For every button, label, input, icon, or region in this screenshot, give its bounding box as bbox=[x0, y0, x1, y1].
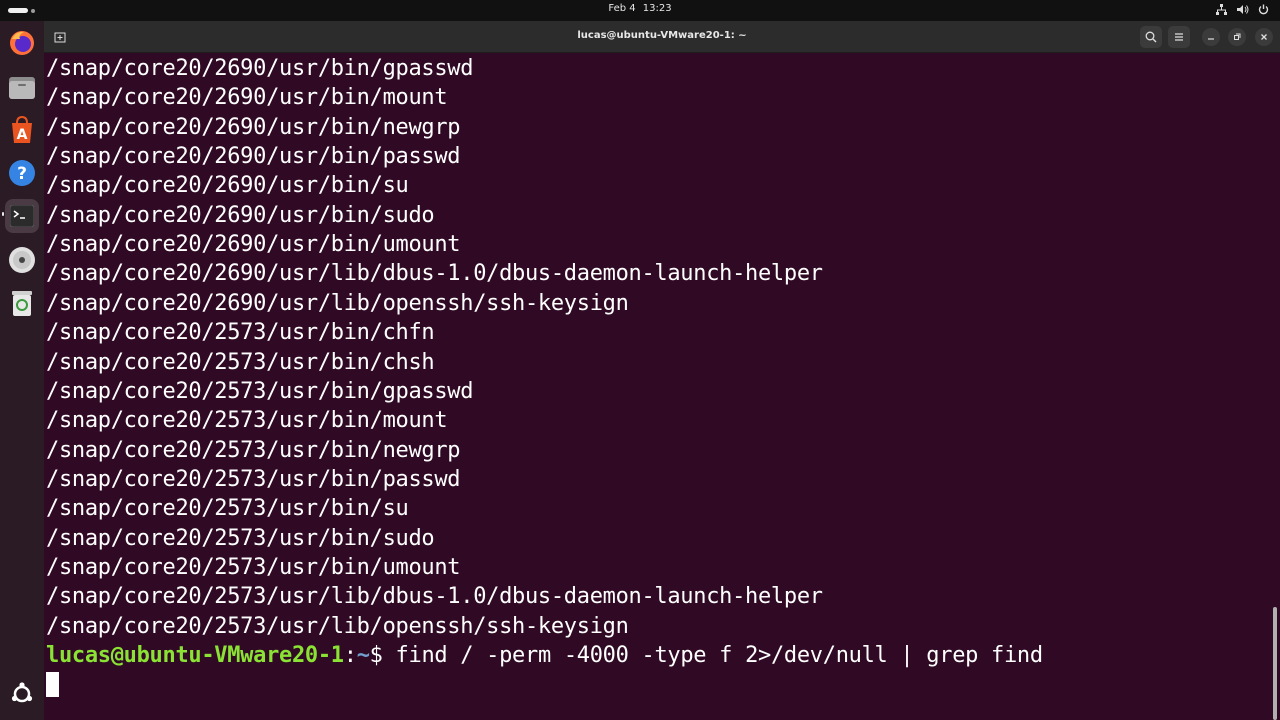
terminal-window: lucas@ubuntu-VMware20-1: ~ /snap/core20/… bbox=[44, 21, 1280, 720]
hamburger-menu-icon bbox=[1175, 33, 1183, 41]
terminal-line: /snap/core20/2690/usr/lib/openssh/ssh-ke… bbox=[46, 290, 629, 316]
dock-item-app-center[interactable]: A bbox=[5, 113, 39, 147]
minimize-button[interactable] bbox=[1202, 28, 1220, 46]
prompt-path: ~ bbox=[356, 643, 370, 668]
volume-icon[interactable] bbox=[1236, 3, 1249, 16]
dock: A ? bbox=[0, 21, 44, 720]
show-apps-button[interactable] bbox=[5, 677, 39, 711]
terminal-line: /snap/core20/2690/usr/bin/gpasswd bbox=[46, 56, 474, 81]
terminal-line: /snap/core20/2690/usr/bin/sudo bbox=[46, 202, 435, 228]
terminal-line: /snap/core20/2690/usr/bin/passwd bbox=[46, 144, 461, 170]
svg-text:A: A bbox=[17, 127, 28, 143]
top-bar: Feb 4 13:23 bbox=[0, 0, 1280, 21]
terminal-line: /snap/core20/2573/usr/bin/gpasswd bbox=[46, 378, 474, 404]
help-icon: ? bbox=[9, 160, 35, 186]
dock-item-help[interactable]: ? bbox=[5, 156, 39, 190]
firefox-icon bbox=[10, 31, 34, 55]
terminal-line: /snap/core20/2690/usr/bin/su bbox=[46, 173, 409, 199]
app-center-icon: A bbox=[12, 116, 32, 143]
window-title: lucas@ubuntu-VMware20-1: ~ bbox=[577, 30, 747, 41]
clock[interactable]: Feb 4 13:23 bbox=[0, 3, 1280, 14]
clock-time: 13:23 bbox=[642, 3, 672, 14]
text-cursor bbox=[46, 672, 59, 698]
terminal-line: /snap/core20/2690/usr/bin/newgrp bbox=[46, 114, 461, 140]
restore-icon bbox=[1234, 33, 1241, 40]
terminal-icon bbox=[10, 205, 34, 227]
terminal-line: /snap/core20/2573/usr/bin/chsh bbox=[46, 349, 435, 375]
terminal-line: /snap/core20/2573/usr/bin/chfn bbox=[46, 320, 435, 346]
terminal-line: /snap/core20/2690/usr/bin/umount bbox=[46, 232, 461, 258]
command-text: find / -perm -4000 -type f 2>/dev/null |… bbox=[382, 643, 1044, 668]
disc-icon bbox=[9, 247, 35, 273]
dock-item-disc[interactable] bbox=[5, 243, 39, 277]
prompt-symbol: $ bbox=[369, 643, 383, 668]
prompt-line: lucas@ubuntu-VMware20-1:~$ find / -perm … bbox=[46, 641, 1043, 670]
terminal-line: /snap/core20/2573/usr/bin/umount bbox=[46, 554, 461, 580]
minimize-icon bbox=[1208, 38, 1214, 40]
maximize-button[interactable] bbox=[1228, 28, 1246, 46]
scrollbar[interactable] bbox=[1273, 607, 1277, 720]
title-bar[interactable]: lucas@ubuntu-VMware20-1: ~ bbox=[44, 21, 1280, 53]
power-icon[interactable] bbox=[1257, 3, 1270, 16]
terminal-line: /snap/core20/2573/usr/bin/newgrp bbox=[46, 437, 461, 463]
prompt-user-host: lucas@ubuntu-VMware20-1 bbox=[46, 643, 344, 668]
terminal-line: /snap/core20/2573/usr/lib/dbus-1.0/dbus-… bbox=[46, 584, 823, 610]
clock-date: Feb 4 bbox=[608, 3, 636, 14]
network-icon[interactable] bbox=[1215, 3, 1228, 16]
search-button[interactable] bbox=[1140, 26, 1162, 48]
search-icon bbox=[1145, 31, 1157, 43]
terminal-line: /snap/core20/2690/usr/bin/mount bbox=[46, 85, 448, 111]
dock-item-files[interactable] bbox=[5, 70, 39, 104]
trash-icon bbox=[12, 291, 32, 316]
dock-item-terminal[interactable] bbox=[5, 199, 39, 233]
dock-item-firefox[interactable] bbox=[5, 26, 39, 60]
terminal-line: /snap/core20/2573/usr/bin/su bbox=[46, 496, 409, 522]
running-indicator bbox=[2, 212, 4, 216]
files-icon bbox=[9, 77, 35, 99]
close-button[interactable] bbox=[1255, 28, 1273, 46]
svg-text:?: ? bbox=[17, 164, 27, 184]
terminal-line: /snap/core20/2573/usr/bin/passwd bbox=[46, 466, 461, 492]
menu-button[interactable] bbox=[1168, 26, 1190, 48]
terminal-line: /snap/core20/2573/usr/bin/sudo bbox=[46, 525, 435, 551]
terminal-line: /snap/core20/2690/usr/lib/dbus-1.0/dbus-… bbox=[46, 261, 823, 287]
dock-item-trash[interactable] bbox=[5, 286, 39, 320]
system-tray[interactable] bbox=[1215, 3, 1270, 16]
prompt-separator: : bbox=[343, 643, 357, 668]
terminal-output[interactable]: /snap/core20/2690/usr/bin/gpasswd/snap/c… bbox=[44, 53, 1280, 720]
terminal-line: /snap/core20/2573/usr/bin/mount bbox=[46, 408, 448, 434]
terminal-line: /snap/core20/2573/usr/lib/openssh/ssh-ke… bbox=[46, 613, 629, 639]
ubuntu-apps-icon bbox=[11, 682, 33, 703]
close-icon bbox=[1261, 34, 1267, 40]
